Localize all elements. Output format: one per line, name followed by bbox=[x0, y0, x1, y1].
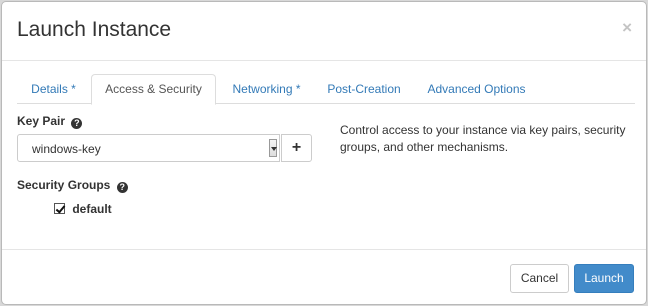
launch-instance-dialog: Launch Instance × Details * Access & Sec… bbox=[1, 1, 647, 305]
close-icon[interactable]: × bbox=[622, 19, 632, 36]
dialog-footer: Cancel Launch bbox=[2, 249, 646, 304]
key-pair-label: Key Pair ? bbox=[17, 114, 83, 129]
default-checkbox[interactable] bbox=[54, 203, 65, 214]
launch-button[interactable]: Launch bbox=[574, 264, 634, 293]
tab-details[interactable]: Details * bbox=[17, 74, 90, 104]
cancel-button[interactable]: Cancel bbox=[510, 264, 569, 293]
question-icon[interactable]: ? bbox=[71, 118, 83, 129]
dialog-header: Launch Instance × bbox=[2, 2, 646, 61]
security-group-default-label: default bbox=[72, 202, 112, 216]
tab-networking[interactable]: Networking * bbox=[219, 74, 314, 104]
security-groups-label-text: Security Groups bbox=[17, 178, 111, 192]
dropdown-arrow-icon[interactable] bbox=[269, 139, 277, 157]
tab-bar: Details * Access & Security Networking *… bbox=[17, 74, 635, 105]
add-key-pair-button[interactable]: + bbox=[281, 134, 312, 162]
security-groups-label: Security Groups ? bbox=[17, 178, 128, 193]
key-pair-selected-value: windows-key bbox=[32, 142, 101, 156]
key-pair-select[interactable]: windows-key bbox=[17, 134, 280, 162]
dialog-title: Launch Instance bbox=[17, 18, 172, 41]
tab-advanced-options[interactable]: Advanced Options bbox=[419, 74, 534, 104]
security-group-default: default bbox=[54, 202, 112, 216]
tab-access-security[interactable]: Access & Security bbox=[91, 74, 216, 105]
key-pair-label-text: Key Pair bbox=[17, 114, 66, 128]
tab-description: Control access to your instance via key … bbox=[340, 123, 626, 154]
tab-post-creation[interactable]: Post-Creation bbox=[319, 74, 409, 104]
question-icon[interactable]: ? bbox=[116, 182, 128, 193]
